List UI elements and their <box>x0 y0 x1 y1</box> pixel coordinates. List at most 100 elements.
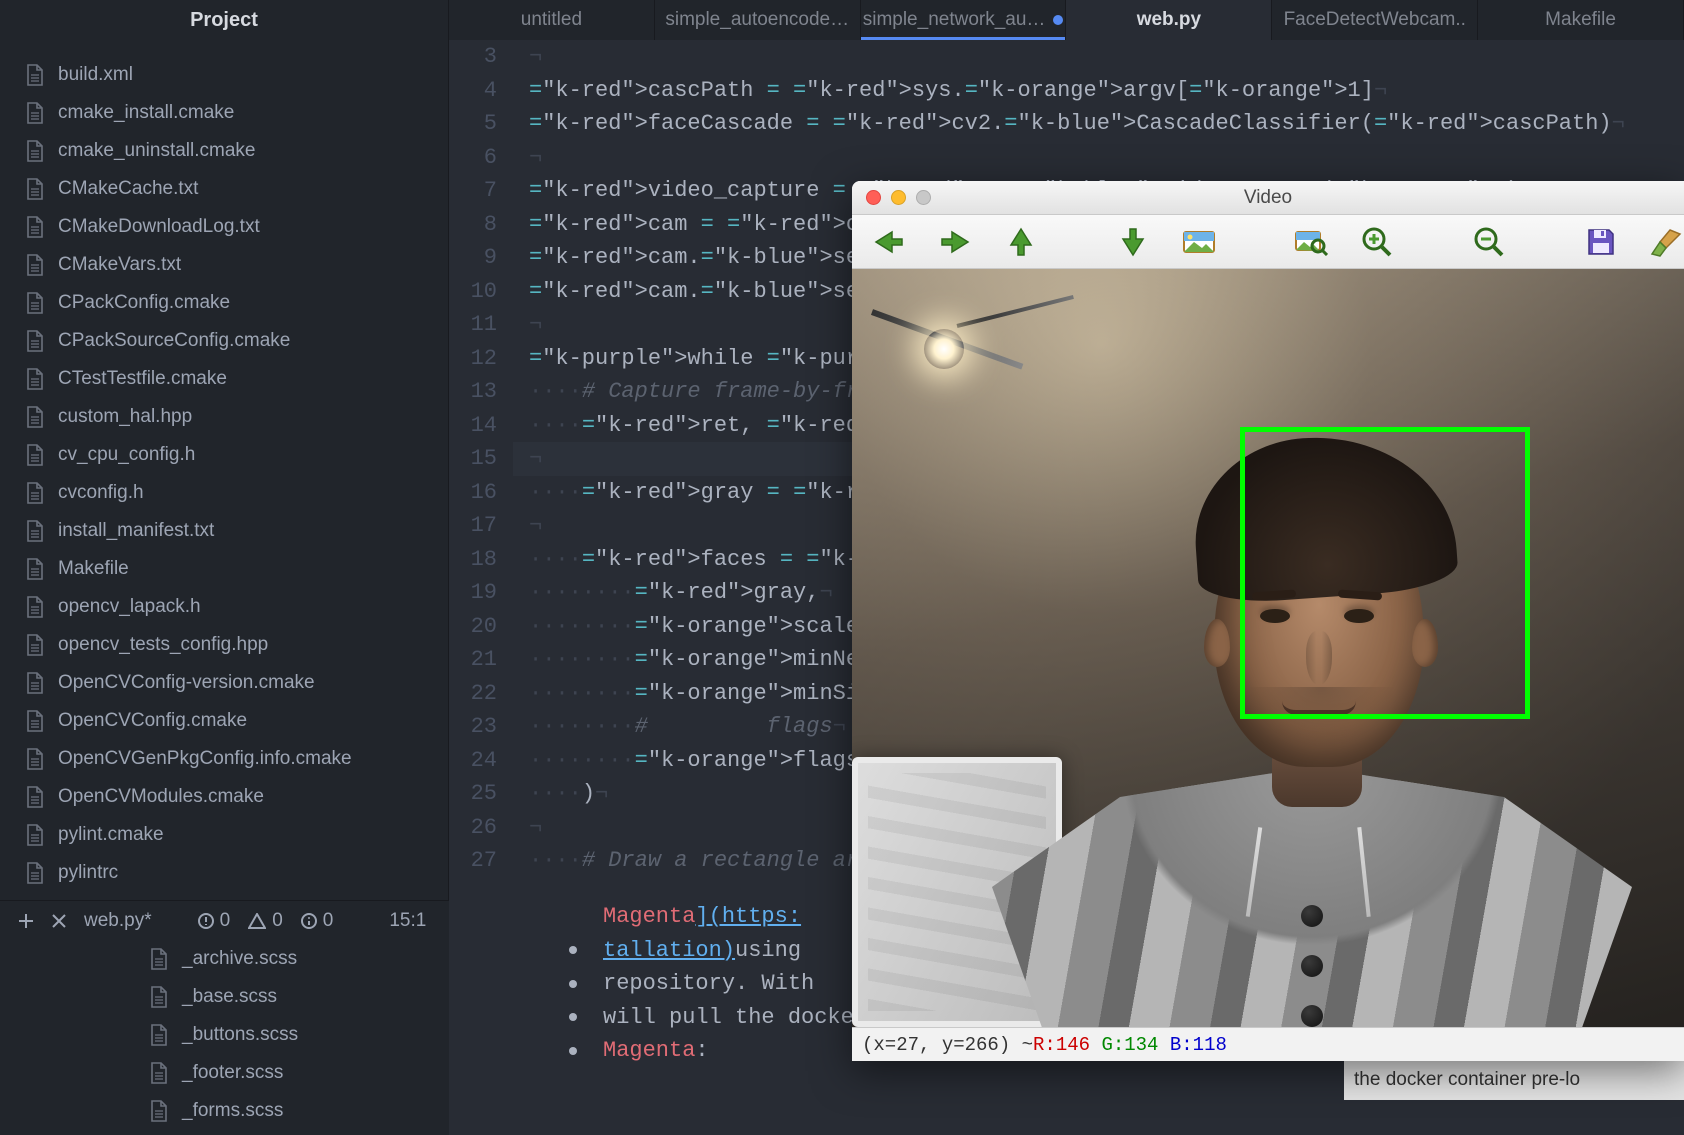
line-number: 13 <box>449 375 497 409</box>
code-line[interactable]: ="k-red">cascPath = ="k-red">sys.="k-ora… <box>529 74 1684 108</box>
sidebar-header-label: Project <box>190 9 258 32</box>
file-item[interactable]: custom_hal.hpp <box>0 398 448 436</box>
file-item[interactable]: CPackConfig.cmake <box>0 284 448 322</box>
file-name: OpenCVConfig-version.cmake <box>58 672 315 694</box>
line-number: 11 <box>449 308 497 342</box>
file-name: CPackSourceConfig.cmake <box>58 330 290 352</box>
file-icon <box>26 368 44 390</box>
landscape-icon[interactable] <box>1182 222 1216 262</box>
arrow-right-icon[interactable] <box>938 222 972 262</box>
file-item[interactable]: cmake_uninstall.cmake <box>0 132 448 170</box>
new-file-icon[interactable] <box>18 913 34 929</box>
file-name: build.xml <box>58 64 133 86</box>
tab-untitled[interactable]: untitled <box>449 0 655 40</box>
file-icon <box>26 862 44 884</box>
file-item[interactable]: OpenCVConfig.cmake <box>0 702 448 740</box>
line-number: 6 <box>449 141 497 175</box>
info-count[interactable]: 0 <box>301 910 334 932</box>
video-window[interactable]: Video (x=27, y=266) ~ R:146 G:134 B:118 <box>852 181 1684 1061</box>
line-number: 15 <box>449 442 497 476</box>
status-bar: web.py* 0 0 0 15:1 <box>0 900 449 940</box>
file-item[interactable]: opencv_tests_config.hpp <box>0 626 448 664</box>
file-item[interactable]: cmake_install.cmake <box>0 94 448 132</box>
error-count[interactable]: 0 <box>198 910 231 932</box>
file-item[interactable]: _archive.scss <box>0 940 449 978</box>
file-name: _archive.scss <box>182 948 297 970</box>
file-icon <box>26 330 44 352</box>
save-icon[interactable] <box>1584 222 1618 262</box>
tab-makefile[interactable]: Makefile <box>1478 0 1684 40</box>
bullet-icon <box>569 1047 577 1055</box>
file-icon <box>26 292 44 314</box>
markdown-preview-strip: the docker container pre-lo <box>1344 1060 1684 1100</box>
file-item[interactable]: CTestTestfile.cmake <box>0 360 448 398</box>
tab-web-py[interactable]: web.py <box>1066 0 1272 40</box>
file-icon <box>26 254 44 276</box>
tab-facedetectwebcam-[interactable]: FaceDetectWebcam.. <box>1272 0 1478 40</box>
file-item[interactable]: Makefile <box>0 550 448 588</box>
file-item[interactable]: install_manifest.txt <box>0 512 448 550</box>
modified-dot-icon <box>1053 15 1063 25</box>
line-number: 7 <box>449 174 497 208</box>
file-name: _buttons.scss <box>182 1024 298 1046</box>
file-item[interactable]: OpenCVConfig-version.cmake <box>0 664 448 702</box>
file-item[interactable]: OpenCVGenPkgConfig.info.cmake <box>0 740 448 778</box>
file-icon <box>150 1062 168 1084</box>
file-item[interactable]: _footer.scss <box>0 1054 449 1092</box>
file-icon <box>26 786 44 808</box>
file-item[interactable]: OpenCVModules.cmake <box>0 778 448 816</box>
cursor-position[interactable]: 15:1 <box>389 910 426 932</box>
file-item[interactable]: CMakeCache.txt <box>0 170 448 208</box>
face-detection-rect <box>1240 427 1530 719</box>
file-item[interactable]: opencv_lapack.h <box>0 588 448 626</box>
code-line[interactable]: ¬ <box>529 40 1684 74</box>
code-line[interactable]: ="k-red">faceCascade = ="k-red">cv2.="k-… <box>529 107 1684 141</box>
file-name: opencv_lapack.h <box>58 596 201 618</box>
zoom-in-icon[interactable] <box>1360 222 1394 262</box>
file-name: cmake_install.cmake <box>58 102 234 124</box>
code-line[interactable]: ¬ <box>529 141 1684 175</box>
file-item[interactable]: CPackSourceConfig.cmake <box>0 322 448 360</box>
video-toolbar <box>852 215 1684 269</box>
file-name: cv_cpu_config.h <box>58 444 195 466</box>
file-item[interactable]: cvconfig.h <box>0 474 448 512</box>
tab-simple-autoencode-[interactable]: simple_autoencode… <box>655 0 861 40</box>
file-item[interactable]: _forms.scss <box>0 1092 449 1130</box>
file-icon <box>26 178 44 200</box>
bullet-icon <box>569 946 577 954</box>
file-item[interactable]: pylintrc <box>0 854 448 892</box>
file-item[interactable]: pylint.cmake <box>0 816 448 854</box>
lower-sidebar: _archive.scss _base.scss _buttons.scss _foo… <box>0 940 449 1135</box>
file-name: cvconfig.h <box>58 482 144 504</box>
pixel-blue: B:118 <box>1170 1034 1227 1056</box>
line-number: 10 <box>449 275 497 309</box>
bullet-icon <box>569 980 577 988</box>
file-list: build.xml cmake_install.cmake cmake_uninst… <box>0 40 448 892</box>
pixel-red: R:146 <box>1033 1034 1090 1056</box>
file-name: CMakeCache.txt <box>58 178 198 200</box>
file-item[interactable]: _base.scss <box>0 978 449 1016</box>
file-icon <box>150 1100 168 1122</box>
warning-count[interactable]: 0 <box>248 910 283 932</box>
pixel-coords: (x=27, y=266) ~ <box>862 1034 1033 1056</box>
search-landscape-icon[interactable] <box>1294 222 1328 262</box>
file-icon <box>26 520 44 542</box>
brush-icon[interactable] <box>1650 222 1684 262</box>
file-icon <box>26 672 44 694</box>
arrow-left-icon[interactable] <box>872 222 906 262</box>
arrow-up-icon[interactable] <box>1004 222 1038 262</box>
tab-simple-network-au-[interactable]: simple_network_au… <box>861 0 1067 40</box>
close-icon[interactable] <box>52 914 66 928</box>
video-titlebar[interactable]: Video <box>852 181 1684 215</box>
arrow-down-icon[interactable] <box>1116 222 1150 262</box>
status-filename[interactable]: web.py* <box>84 910 152 932</box>
line-number: 9 <box>449 241 497 275</box>
zoom-out-icon[interactable] <box>1472 222 1506 262</box>
file-item[interactable]: CMakeDownloadLog.txt <box>0 208 448 246</box>
file-item[interactable]: cv_cpu_config.h <box>0 436 448 474</box>
video-status-bar: (x=27, y=266) ~ R:146 G:134 B:118 <box>852 1027 1684 1061</box>
file-name: pylintrc <box>58 862 118 884</box>
file-item[interactable]: build.xml <box>0 56 448 94</box>
file-item[interactable]: CMakeVars.txt <box>0 246 448 284</box>
file-item[interactable]: _buttons.scss <box>0 1016 449 1054</box>
